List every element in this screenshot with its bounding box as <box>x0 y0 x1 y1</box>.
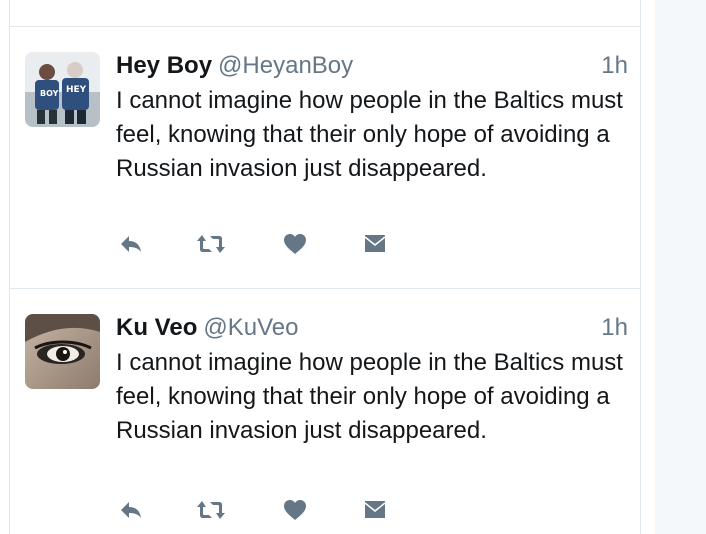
retweet-button[interactable] <box>196 230 226 258</box>
tweet[interactable]: BOY HEY Hey Boy @HeyanBoy 1h I cannot ima… <box>10 27 640 289</box>
like-button[interactable] <box>280 230 310 258</box>
display-name[interactable]: Ku Veo <box>116 314 197 341</box>
avatar-image <box>25 314 100 389</box>
svg-text:BOY: BOY <box>40 89 59 98</box>
direct-message-button[interactable] <box>360 230 390 258</box>
user-handle[interactable]: @KuVeo <box>203 314 298 341</box>
like-button[interactable] <box>280 496 310 524</box>
direct-message-button[interactable] <box>360 496 390 524</box>
timestamp[interactable]: 1h <box>601 51 628 81</box>
page: BOY HEY Hey Boy @HeyanBoy 1h I cannot ima… <box>0 0 706 534</box>
tweet-header: Hey Boy @HeyanBoy 1h <box>116 51 636 81</box>
reply-icon <box>121 236 141 252</box>
like-icon <box>284 500 306 520</box>
timestamp[interactable]: 1h <box>601 313 628 343</box>
direct-message-icon <box>364 235 386 252</box>
side-panel <box>655 0 706 534</box>
display-name[interactable]: Hey Boy <box>116 52 212 79</box>
reply-icon <box>121 502 141 518</box>
tweet-actions <box>116 496 416 524</box>
retweet-button[interactable] <box>196 496 226 524</box>
direct-message-icon <box>364 501 386 518</box>
reply-button[interactable] <box>116 230 146 258</box>
retweet-icon <box>197 501 225 519</box>
reply-button[interactable] <box>116 496 146 524</box>
tweet-text: I cannot imagine how people in the Balti… <box>116 349 623 444</box>
tweet[interactable]: Ku Veo @KuVeo 1h I cannot imagine how peo… <box>10 289 640 534</box>
avatar[interactable]: BOY HEY <box>25 52 100 127</box>
avatar[interactable] <box>25 314 100 389</box>
user-handle[interactable]: @HeyanBoy <box>218 52 353 79</box>
timeline: BOY HEY Hey Boy @HeyanBoy 1h I cannot ima… <box>9 0 641 534</box>
avatar-image: BOY HEY <box>25 52 100 127</box>
tweet-text: I cannot imagine how people in the Balti… <box>116 87 623 182</box>
tweet-actions <box>116 230 416 258</box>
svg-text:HEY: HEY <box>66 85 87 95</box>
like-icon <box>284 234 306 254</box>
tweet-header: Ku Veo @KuVeo 1h <box>116 313 636 343</box>
retweet-icon <box>197 235 225 253</box>
